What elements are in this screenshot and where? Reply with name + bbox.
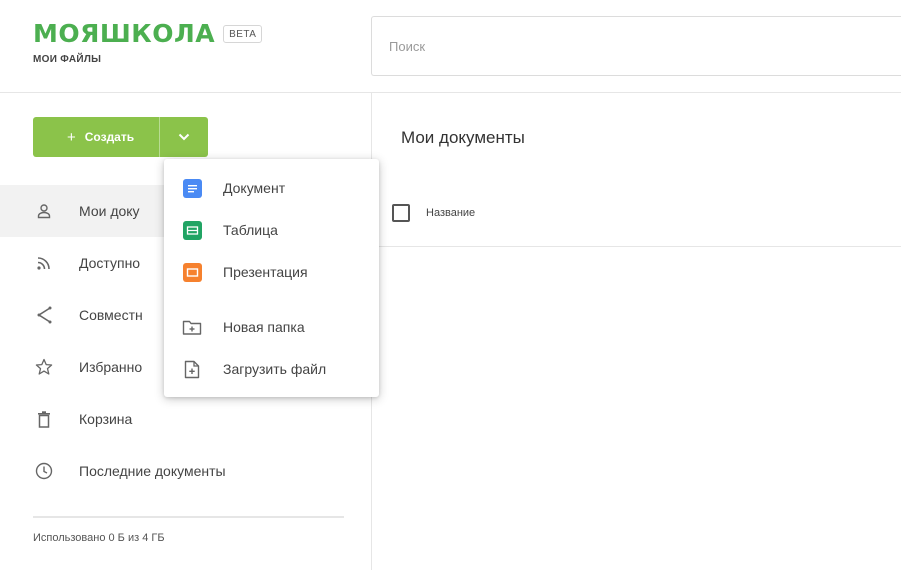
slides-icon (181, 261, 203, 283)
create-button[interactable]: + Создать (33, 117, 159, 157)
page-title: Мои документы (401, 128, 525, 147)
menu-item-label: Таблица (223, 222, 278, 238)
create-button-label: Создать (84, 130, 135, 144)
menu-item-label: Презентация (223, 264, 308, 280)
person-icon (35, 202, 53, 220)
sheets-icon (181, 219, 203, 241)
brand: МОЯШКОЛА BETA МОИ ФАЙЛЫ (33, 20, 263, 65)
logo-row: МОЯШКОЛА BETA (33, 20, 263, 48)
rss-icon (35, 254, 53, 272)
plus-icon: + (67, 128, 76, 146)
trash-icon (35, 410, 53, 428)
section-subtitle: МОИ ФАЙЛЫ (33, 54, 102, 65)
upload-file-icon (181, 358, 203, 380)
sidebar-item-label: Последние документы (79, 463, 226, 479)
sidebar-item-trash[interactable]: Корзина (0, 393, 371, 445)
clock-icon (35, 462, 53, 480)
menu-separator (164, 293, 379, 306)
share-icon (35, 306, 53, 324)
star-icon (35, 358, 53, 376)
menu-item-upload-file[interactable]: Загрузить файл (164, 348, 379, 390)
sidebar-item-label: Совместн (79, 307, 143, 323)
table-header-divider (372, 246, 901, 247)
sidebar-item-label: Избранно (79, 359, 143, 375)
menu-item-presentation[interactable]: Презентация (164, 251, 379, 293)
menu-item-spreadsheet[interactable]: Таблица (164, 209, 379, 251)
create-button-group: + Создать (33, 117, 208, 157)
sidebar-item-label: Мои доку (79, 203, 140, 219)
sidebar-item-label: Доступно (79, 255, 141, 271)
docs-icon (181, 177, 203, 199)
sidebar-item-recent-documents[interactable]: Последние документы (0, 445, 371, 497)
header-divider (0, 92, 901, 93)
menu-item-label: Загрузить файл (223, 361, 327, 377)
storage-usage-bar (33, 516, 344, 518)
menu-item-label: Документ (223, 180, 286, 196)
menu-item-label: Новая папка (223, 319, 305, 335)
menu-item-document[interactable]: Документ (164, 167, 379, 209)
new-folder-icon (181, 316, 203, 338)
create-dropdown-toggle[interactable] (160, 117, 208, 157)
select-all-checkbox[interactable] (392, 204, 410, 222)
sidebar-item-label: Корзина (79, 411, 133, 427)
beta-badge: BETA (223, 25, 263, 43)
menu-item-new-folder[interactable]: Новая папка (164, 306, 379, 348)
search-input[interactable] (372, 17, 901, 75)
logo[interactable]: МОЯШКОЛА (33, 20, 215, 48)
create-menu: Документ Таблица Презентация Новая папка… (164, 159, 379, 397)
column-header-name[interactable]: Название (426, 207, 475, 219)
search-box[interactable] (371, 16, 901, 76)
storage-usage-text: Использовано 0 Б из 4 ГБ (33, 532, 165, 544)
chevron-down-icon (178, 133, 190, 141)
